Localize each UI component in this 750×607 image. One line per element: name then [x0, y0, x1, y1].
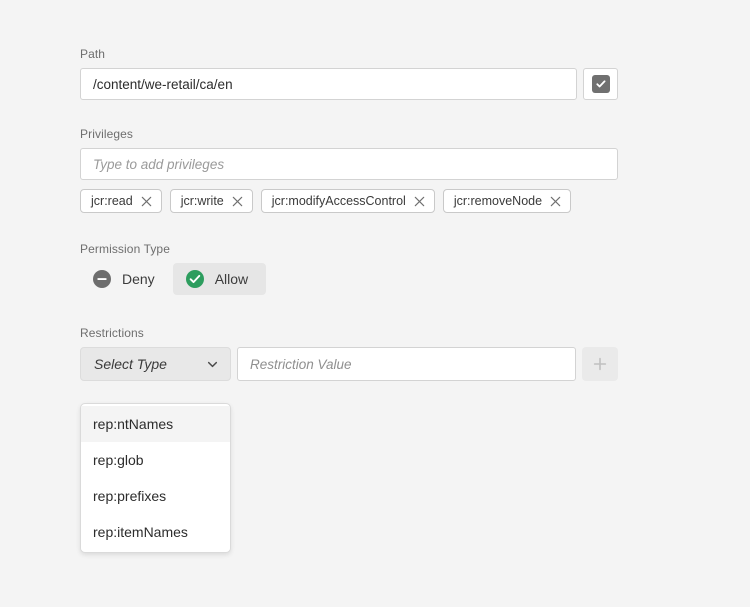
close-icon[interactable] [141, 196, 152, 207]
path-row [80, 68, 618, 100]
path-section: Path [80, 46, 618, 100]
path-input[interactable] [80, 68, 577, 100]
restriction-type-select-value: Select Type [94, 356, 167, 372]
permission-option-allow-label: Allow [215, 271, 248, 287]
dropdown-option-rep-prefixes[interactable]: rep:prefixes [81, 478, 230, 514]
permission-option-deny-label: Deny [122, 271, 155, 287]
permission-type-group: Deny Allow [80, 263, 618, 295]
path-label: Path [80, 46, 618, 62]
close-icon[interactable] [550, 196, 561, 207]
restrictions-row: Select Type [80, 347, 618, 381]
privileges-chip-list: jcr:read jcr:write jcr:modifyAccessContr… [80, 189, 618, 213]
checkbox-checked-icon [592, 75, 610, 93]
privilege-chip-label: jcr:modifyAccessControl [272, 190, 406, 212]
privileges-label: Privileges [80, 126, 618, 142]
permission-option-deny[interactable]: Deny [80, 263, 173, 295]
dropdown-option-rep-itemnames[interactable]: rep:itemNames [81, 514, 230, 550]
privilege-chip-label: jcr:write [181, 190, 224, 212]
plus-icon [592, 356, 608, 372]
close-icon[interactable] [232, 196, 243, 207]
add-restriction-button[interactable] [582, 347, 618, 381]
privilege-chip-label: jcr:read [91, 190, 133, 212]
restriction-value-input[interactable] [237, 347, 576, 381]
close-icon[interactable] [414, 196, 425, 207]
privileges-input[interactable] [80, 148, 618, 180]
privilege-chip-label: jcr:removeNode [454, 190, 542, 212]
restrictions-section: Restrictions Select Type [80, 325, 618, 381]
permission-type-label: Permission Type [80, 241, 618, 257]
restriction-type-dropdown: rep:ntNames rep:glob rep:prefixes rep:it… [80, 403, 231, 553]
restriction-type-select[interactable]: Select Type [80, 347, 231, 381]
privilege-chip[interactable]: jcr:write [170, 189, 253, 213]
chevron-down-icon [206, 358, 219, 371]
privilege-chip[interactable]: jcr:read [80, 189, 162, 213]
restrictions-label: Restrictions [80, 325, 618, 341]
permission-type-section: Permission Type Deny Allow [80, 241, 618, 295]
path-validate-button[interactable] [583, 68, 618, 100]
privileges-section: Privileges jcr:read jcr:write [80, 126, 618, 213]
minus-circle-icon [93, 270, 111, 288]
privilege-chip[interactable]: jcr:modifyAccessControl [261, 189, 435, 213]
permission-form: Path Privileges jcr:read [80, 46, 618, 381]
check-circle-icon [186, 270, 204, 288]
privilege-chip[interactable]: jcr:removeNode [443, 189, 571, 213]
permission-option-allow[interactable]: Allow [173, 263, 266, 295]
dropdown-option-rep-glob[interactable]: rep:glob [81, 442, 230, 478]
dropdown-option-rep-ntnames[interactable]: rep:ntNames [81, 406, 230, 442]
